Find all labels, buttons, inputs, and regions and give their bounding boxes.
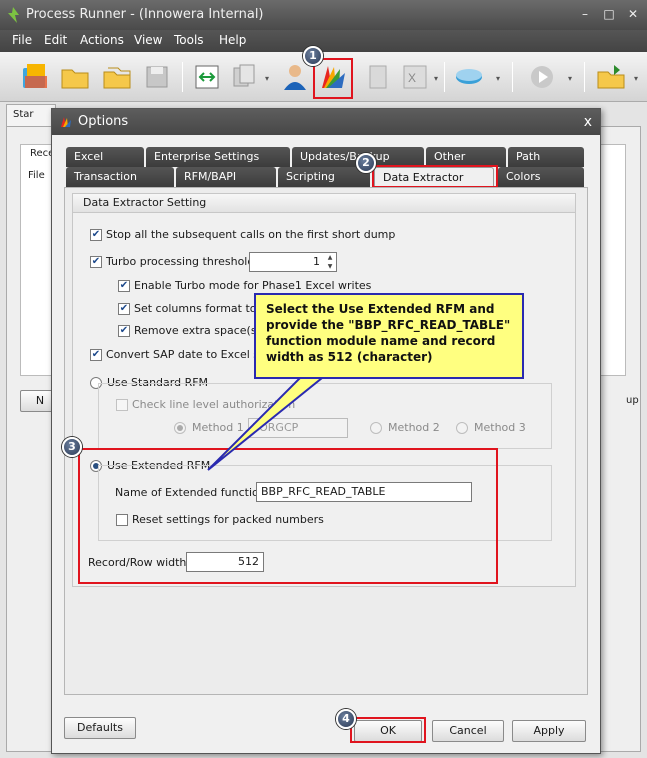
convert-date-checkbox[interactable]: ✔	[90, 349, 102, 361]
enable-turbo-label: Enable Turbo mode for Phase1 Excel write…	[134, 279, 372, 292]
app-logo-icon	[8, 7, 19, 23]
highlight-data-extractor-tab	[372, 165, 498, 188]
toolbar-separator	[512, 62, 513, 92]
toolbar-separator	[182, 62, 183, 92]
convert-date-label: Convert SAP date to Excel sys	[106, 348, 272, 361]
file-column-header: File	[28, 170, 45, 181]
method1-radio[interactable]	[174, 422, 186, 434]
cancel-button[interactable]: Cancel	[432, 720, 504, 742]
chevron-down-icon[interactable]: ▾	[496, 74, 500, 83]
tab-colors[interactable]: Colors	[498, 167, 584, 187]
turbo-threshold-checkbox[interactable]: ✔	[90, 256, 102, 268]
menu-actions[interactable]: Actions	[80, 33, 124, 47]
remove-spaces-label: Remove extra space(s) f	[134, 324, 269, 337]
stop-calls-checkbox[interactable]: ✔	[90, 229, 102, 241]
copy-pages-icon[interactable]	[228, 60, 262, 94]
color-palette-icon	[61, 117, 71, 127]
check-line-label: Check line level authorization	[132, 398, 296, 411]
menu-tools[interactable]: Tools	[174, 33, 204, 47]
instruction-callout: Select the Use Extended RFM and provide …	[254, 293, 524, 379]
mapping-icon[interactable]	[190, 60, 224, 94]
tab-other[interactable]: Other	[426, 147, 506, 167]
tab-rfm-bapi[interactable]: RFM/BAPI	[176, 167, 276, 187]
highlight-ok-button	[350, 717, 426, 743]
highlight-extended-rfm	[78, 448, 498, 584]
method1-label: Method 1	[192, 421, 244, 434]
defaults-button[interactable]: Defaults	[64, 717, 136, 739]
step-badge-3: 3	[62, 437, 82, 457]
chevron-down-icon[interactable]: ▾	[434, 74, 438, 83]
menu-view[interactable]: View	[134, 33, 162, 47]
tab-excel[interactable]: Excel	[66, 147, 144, 167]
chevron-down-icon[interactable]: ▾	[568, 74, 572, 83]
stop-calls-label: Stop all the subsequent calls on the fir…	[106, 228, 396, 241]
toolbar-separator	[444, 62, 445, 92]
options-dialog: Options x Excel Enterprise Settings Upda…	[51, 108, 601, 754]
dialog-title: Options	[78, 114, 129, 129]
menu-edit[interactable]: Edit	[44, 33, 67, 47]
step-badge-2: 2	[356, 153, 376, 173]
maximize-button[interactable]: □	[602, 7, 616, 21]
tab-transaction[interactable]: Transaction	[66, 167, 174, 187]
dialog-close-button[interactable]: x	[584, 114, 592, 130]
method1-input[interactable]: YORGCP	[248, 418, 348, 438]
user-icon[interactable]	[278, 60, 312, 94]
chevron-down-icon[interactable]: ▾	[634, 74, 638, 83]
disk-connect-icon[interactable]	[452, 60, 486, 94]
remove-spaces-checkbox[interactable]: ✔	[118, 325, 130, 337]
method3-radio[interactable]	[456, 422, 468, 434]
excel-icon[interactable]: X	[398, 60, 432, 94]
set-columns-checkbox[interactable]: ✔	[118, 303, 130, 315]
tab-path[interactable]: Path	[508, 147, 584, 167]
menu-bar: File Edit Actions View Tools Help	[0, 30, 647, 52]
step-badge-4: 4	[336, 709, 356, 729]
start-tab[interactable]: Star	[6, 104, 56, 126]
minimize-button[interactable]: –	[578, 7, 592, 21]
step-badge-1: 1	[303, 46, 323, 66]
bg-right-label: up	[626, 395, 639, 406]
dialog-title-bar: Options x	[52, 109, 600, 135]
set-columns-label: Set columns format to "G	[134, 302, 274, 315]
standard-rfm-frame	[98, 383, 552, 449]
run-icon[interactable]	[525, 60, 559, 94]
close-button[interactable]: ✕	[626, 7, 640, 21]
group-header: Data Extractor Setting	[72, 193, 576, 213]
open-recent-icon[interactable]	[100, 60, 134, 94]
highlight-options-button	[313, 58, 353, 99]
method2-label: Method 2	[388, 421, 440, 434]
document-disabled-icon[interactable]	[362, 60, 396, 94]
chevron-down-icon[interactable]: ▾	[265, 74, 269, 83]
turbo-threshold-label: Turbo processing threshold	[106, 255, 255, 268]
window-title: Process Runner - (Innowera Internal)	[26, 7, 264, 22]
save-disk-icon[interactable]	[140, 60, 174, 94]
menu-help[interactable]: Help	[219, 33, 246, 47]
method2-radio[interactable]	[370, 422, 382, 434]
open-folder-arrow-icon[interactable]	[594, 60, 628, 94]
spin-arrows-icon[interactable]: ▲ ▼	[324, 253, 336, 271]
window-title-bar: Process Runner - (Innowera Internal)	[0, 0, 647, 30]
toolbar-separator	[584, 62, 585, 92]
menu-file[interactable]: File	[12, 33, 32, 47]
new-project-icon[interactable]	[18, 60, 52, 94]
open-folder-icon[interactable]	[58, 60, 92, 94]
check-line-checkbox[interactable]	[116, 399, 128, 411]
svg-text:X: X	[408, 71, 416, 85]
apply-button[interactable]: Apply	[512, 720, 586, 742]
tab-enterprise-settings[interactable]: Enterprise Settings	[146, 147, 290, 167]
method3-label: Method 3	[474, 421, 526, 434]
tab-scripting[interactable]: Scripting	[278, 167, 370, 187]
enable-turbo-checkbox[interactable]: ✔	[118, 280, 130, 292]
